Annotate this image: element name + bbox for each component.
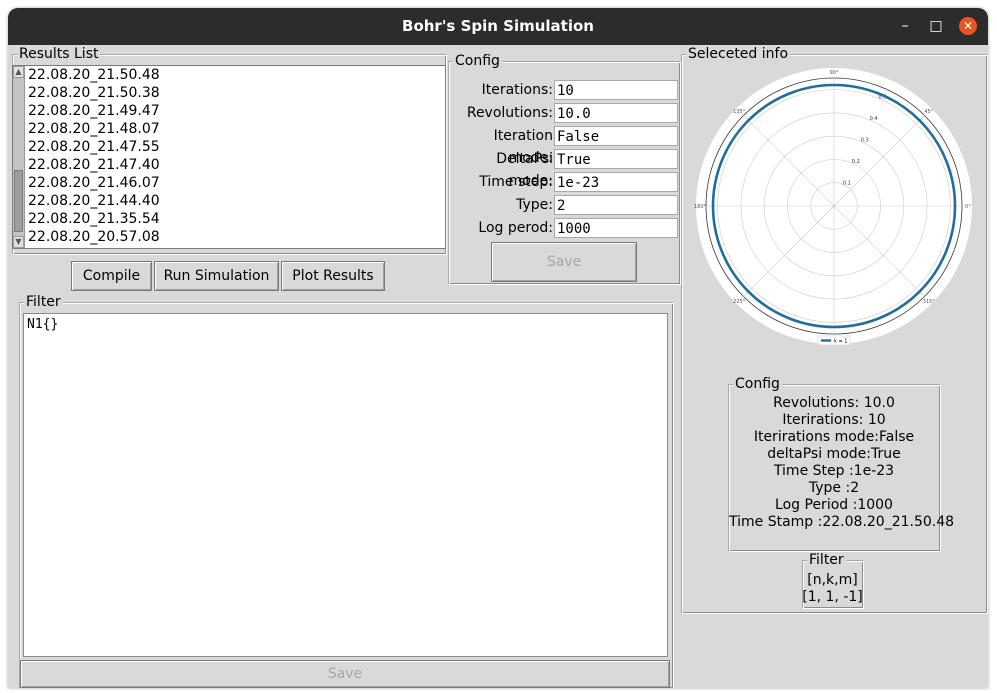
info-iterations-mode: Iterirations mode:False: [753, 429, 915, 445]
legend-label: k = 1: [834, 339, 847, 345]
iterations-label: Iterations:: [481, 82, 553, 98]
angle-tick-label: 180°: [694, 204, 707, 210]
radial-tick-label: 0.2: [852, 159, 860, 165]
list-item[interactable]: 22.08.20_20.57.08: [26, 228, 445, 246]
main-content: Results List ▲ ▼ 22.08.20_21.50.48 22.08…: [8, 45, 988, 688]
info-revolutions: Revolutions: 10.0: [773, 395, 895, 411]
list-item[interactable]: 22.08.20_21.50.48: [26, 66, 445, 84]
filter-text-area[interactable]: N1{}: [23, 313, 668, 657]
selected-filter-title: Filter: [807, 552, 846, 568]
log-period-label: Log perod:: [478, 220, 553, 236]
maximize-icon[interactable]: □: [927, 17, 945, 35]
info-time-step: Time Step :1e-23: [773, 463, 895, 479]
polar-plot: 0.10.20.30.40.50°45°90°135°180°225°270°3…: [688, 64, 980, 377]
selected-config-title: Config: [733, 376, 782, 392]
filter-title: Filter: [24, 294, 63, 310]
scroll-up-icon[interactable]: ▲: [13, 66, 24, 78]
filter-save-button[interactable]: Save: [20, 660, 670, 688]
log-period-field[interactable]: 1000: [554, 218, 678, 238]
filter-header: [n,k,m]: [807, 572, 858, 588]
results-listbox[interactable]: ▲ ▼ 22.08.20_21.50.48 22.08.20_21.50.38 …: [12, 65, 446, 249]
type-field[interactable]: 2: [554, 195, 678, 215]
revolutions-field[interactable]: 10.0: [554, 103, 678, 123]
list-item[interactable]: 22.08.20_21.46.07: [26, 174, 445, 192]
results-items: 22.08.20_21.50.48 22.08.20_21.50.38 22.0…: [26, 66, 445, 246]
results-title: Results List: [17, 46, 101, 62]
list-item[interactable]: 22.08.20_21.50.38: [26, 84, 445, 102]
time-step-label: Time step:: [479, 174, 553, 190]
app-window: Bohr's Spin Simulation – □ ✕ Results Lis…: [8, 8, 988, 688]
list-item[interactable]: 22.08.20_21.48.07: [26, 120, 445, 138]
selected-info-title: Seleceted info: [686, 46, 791, 62]
radial-tick-label: 0.1: [843, 181, 851, 187]
deltapsi-mode-field[interactable]: True: [554, 149, 678, 169]
polar-chart: 0.10.20.30.40.50°45°90°135°180°225°270°3…: [694, 68, 972, 346]
iterations-field[interactable]: 10: [554, 80, 678, 100]
angle-tick-label: 90°: [830, 70, 839, 76]
window-title: Bohr's Spin Simulation: [402, 17, 594, 35]
config-save-button[interactable]: Save: [491, 242, 637, 282]
radial-tick-label: 0.3: [861, 138, 869, 144]
title-bar: Bohr's Spin Simulation – □ ✕: [8, 8, 988, 45]
run-simulation-button[interactable]: Run Simulation: [154, 261, 279, 291]
config-title: Config: [453, 53, 502, 69]
filter-values: [1, 1, -1]: [802, 589, 863, 605]
list-item[interactable]: 22.08.20_21.47.55: [26, 138, 445, 156]
iteration-mode-field[interactable]: False: [554, 126, 678, 146]
results-scrollbar[interactable]: ▲ ▼: [13, 66, 25, 248]
type-label: Type:: [516, 197, 553, 213]
list-item[interactable]: 22.08.20_21.49.47: [26, 102, 445, 120]
filter-text: N1{}: [27, 317, 59, 332]
plot-results-button[interactable]: Plot Results: [281, 261, 385, 291]
scroll-thumb[interactable]: [14, 170, 23, 232]
info-deltapsi-mode: deltaPsi mode:True: [767, 446, 901, 462]
list-item[interactable]: 22.08.20_21.35.54: [26, 210, 445, 228]
list-item[interactable]: 22.08.20_21.44.40: [26, 192, 445, 210]
close-icon[interactable]: ✕: [959, 17, 977, 35]
minimize-icon[interactable]: –: [896, 17, 914, 35]
revolutions-label: Revolutions:: [466, 105, 553, 121]
selected-config-lines: Revolutions: 10.0 Iterirations: 10 Iteri…: [729, 395, 955, 531]
info-log-period: Log Period :1000: [775, 497, 893, 513]
list-item[interactable]: 22.08.20_21.47.40: [26, 156, 445, 174]
info-type: Type :2: [808, 480, 860, 496]
selected-filter-lines: [n,k,m] [1, 1, -1]: [802, 572, 863, 606]
angle-tick-label: 225°: [733, 299, 746, 305]
info-iterations: Iterirations: 10: [782, 412, 886, 428]
angle-tick-label: 0°: [965, 204, 971, 210]
angle-tick-label: 45°: [924, 109, 933, 115]
info-time-stamp: Time Stamp :22.08.20_21.50.48: [729, 514, 955, 530]
compile-button[interactable]: Compile: [71, 261, 152, 291]
angle-tick-label: 135°: [733, 109, 746, 115]
radial-tick-label: 0.4: [870, 116, 878, 122]
scroll-down-icon[interactable]: ▼: [13, 236, 24, 248]
time-step-field[interactable]: 1e-23: [554, 172, 678, 192]
angle-tick-label: 315°: [923, 299, 936, 305]
